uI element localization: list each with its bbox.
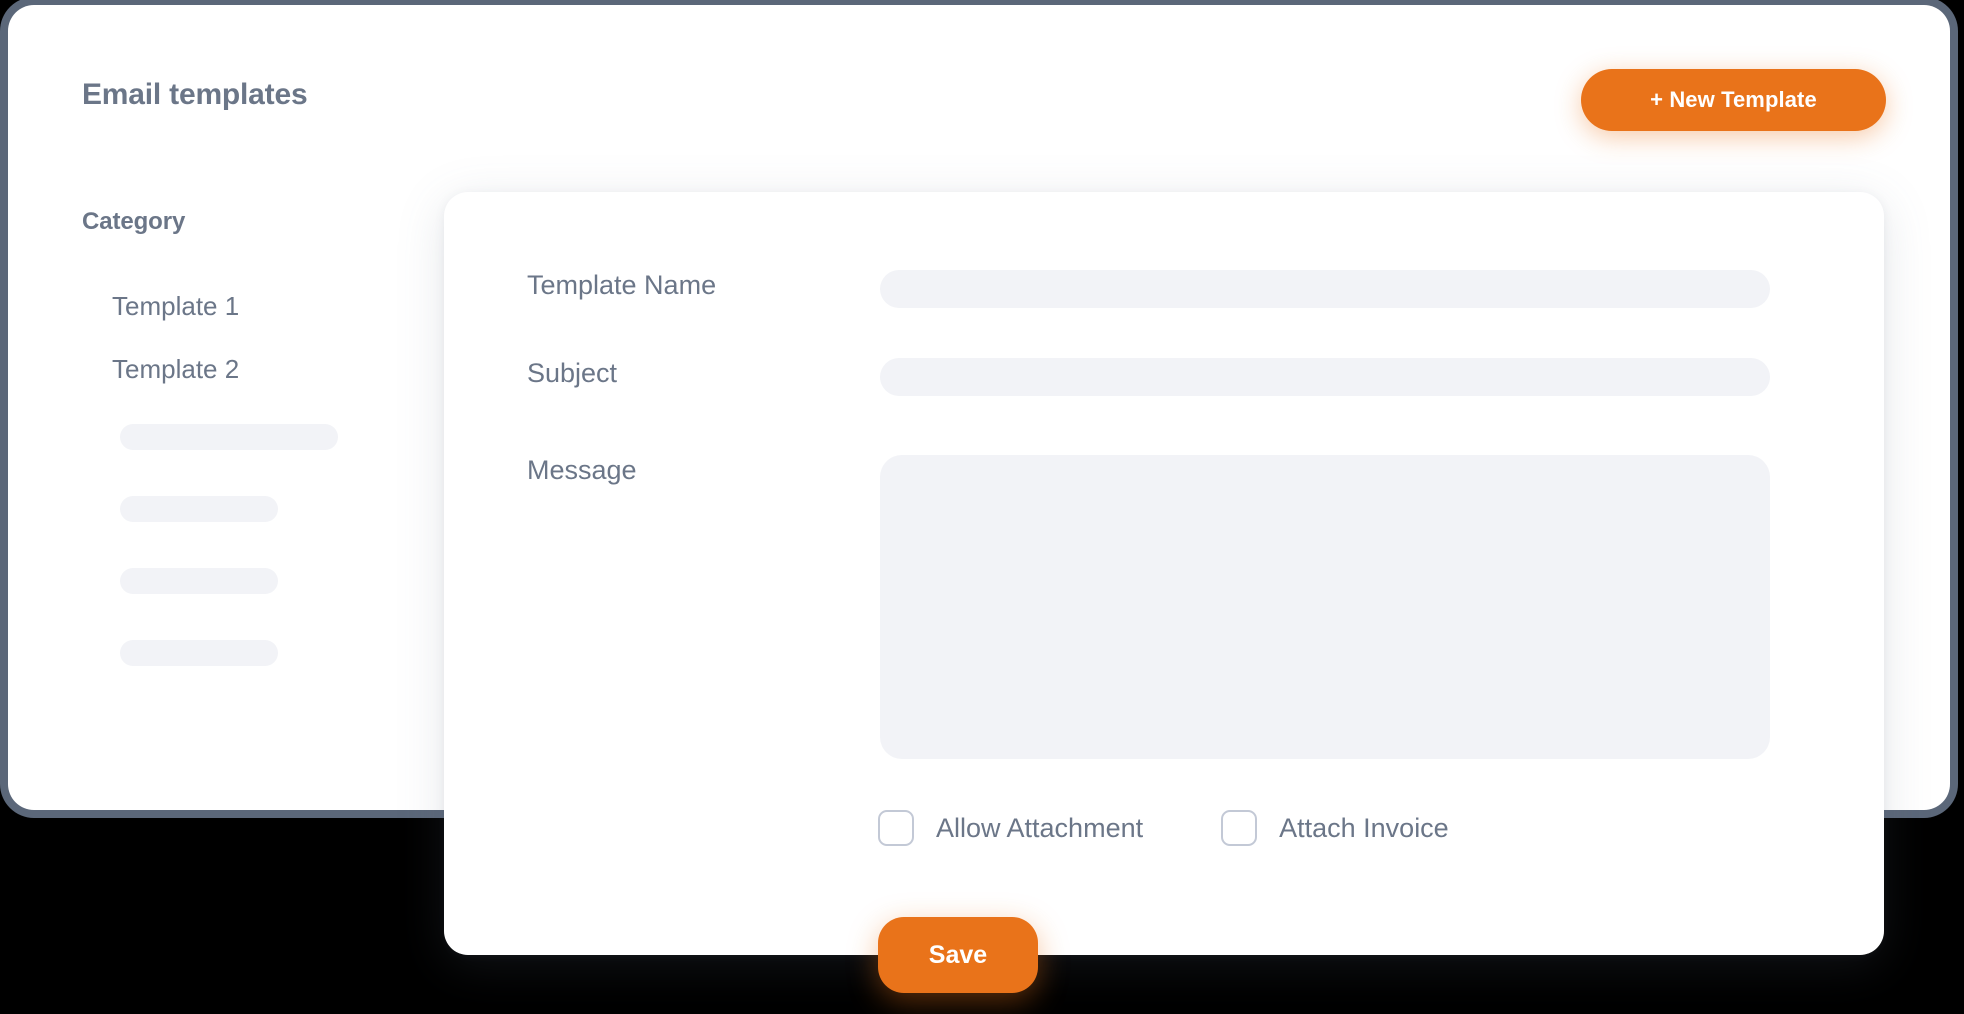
- checkbox-attach-invoice[interactable]: Attach Invoice: [1221, 810, 1449, 846]
- skeleton-bar: [120, 568, 278, 594]
- checkbox-box-icon[interactable]: [1221, 810, 1258, 846]
- label-template-name: Template Name: [527, 270, 717, 300]
- field-row-template-name: Template Name: [527, 270, 1770, 308]
- skeleton-bar: [120, 424, 338, 450]
- label-message: Message: [527, 455, 637, 485]
- field-row-message: Message: [527, 455, 1770, 759]
- checkbox-box-icon[interactable]: [878, 810, 914, 846]
- message-textarea[interactable]: [880, 455, 1770, 759]
- sidebar-item-template-1[interactable]: Template 1: [112, 282, 402, 331]
- attachment-options: Allow Attachment Attach Invoice: [878, 810, 1449, 846]
- app-root: Email templates + New Template Category …: [0, 0, 1964, 1014]
- template-name-input[interactable]: [880, 270, 1770, 308]
- category-sidebar: Category Template 1 Template 2: [82, 208, 402, 712]
- subject-input[interactable]: [880, 358, 1770, 396]
- checkbox-allow-attachment[interactable]: Allow Attachment: [878, 810, 1143, 846]
- sidebar-item-template-2[interactable]: Template 2: [112, 345, 402, 394]
- label-subject: Subject: [527, 358, 618, 388]
- field-row-subject: Subject: [527, 358, 1770, 396]
- checkbox-label-attach-invoice: Attach Invoice: [1279, 812, 1449, 843]
- save-button[interactable]: Save: [878, 917, 1038, 993]
- skeleton-bar: [120, 640, 278, 666]
- new-template-button[interactable]: + New Template: [1581, 69, 1886, 131]
- checkbox-label-allow-attachment: Allow Attachment: [936, 812, 1144, 843]
- sidebar-skeleton-list: [120, 424, 402, 666]
- skeleton-bar: [120, 496, 278, 522]
- page-title: Email templates: [82, 78, 308, 111]
- sidebar-heading: Category: [82, 208, 186, 235]
